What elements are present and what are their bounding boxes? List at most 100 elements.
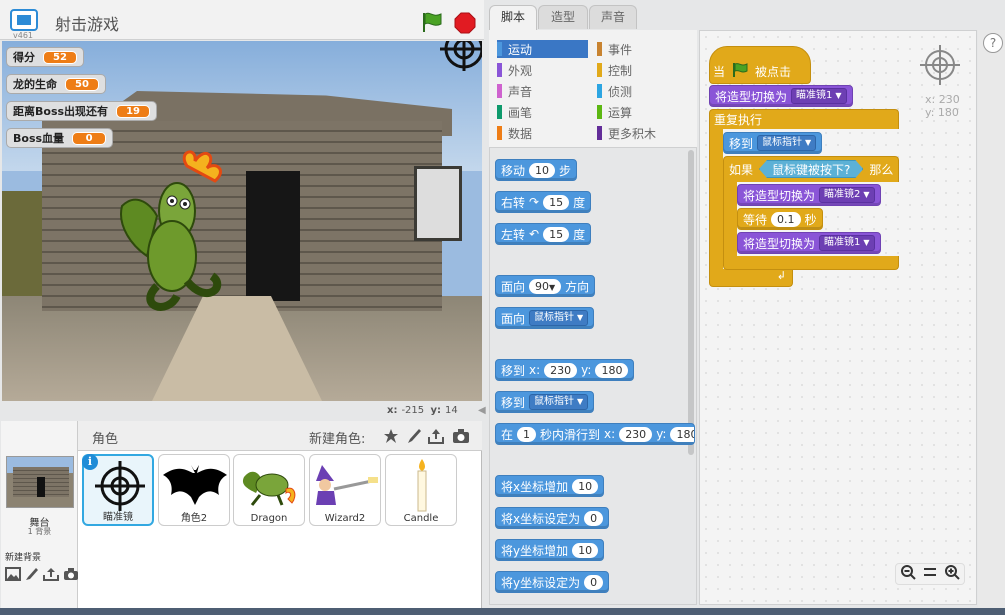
- target-dropdown[interactable]: 鼠标指针 ▼: [529, 310, 589, 326]
- direction-value: 90: [535, 279, 550, 293]
- category-pen[interactable]: 画笔: [497, 103, 588, 121]
- dragon-sprite[interactable]: [117, 146, 242, 321]
- block-switch-costume[interactable]: 将造型切换为 瞄准镜2 ▼: [737, 184, 881, 206]
- category-swatch: [497, 42, 502, 56]
- category-sensing[interactable]: 侦测: [597, 82, 688, 100]
- stop-icon[interactable]: [454, 12, 476, 34]
- category-label: 数据: [508, 126, 533, 141]
- sprite-tile-crosshair[interactable]: i 瞄准镜: [82, 454, 154, 526]
- block-text: 等待: [743, 212, 768, 227]
- watcher-score[interactable]: 得分 52: [6, 47, 84, 67]
- watcher-boss-hp[interactable]: Boss血量 0: [6, 128, 114, 148]
- block-move-steps[interactable]: 移动 10 步: [495, 159, 578, 181]
- backdrop-camera-icon[interactable]: [63, 567, 79, 584]
- sprite-tile-candle[interactable]: Candle: [385, 454, 457, 526]
- choose-sprite-from-library-icon[interactable]: [382, 427, 400, 445]
- stage-thumbnail[interactable]: [6, 456, 74, 508]
- block-point-towards[interactable]: 面向 鼠标指针 ▼: [495, 307, 595, 329]
- paint-backdrop-icon[interactable]: [25, 567, 39, 584]
- category-label: 更多积木: [608, 126, 657, 141]
- tab-sounds[interactable]: 声音: [589, 5, 637, 29]
- zoom-in-icon[interactable]: [944, 564, 961, 584]
- right-edge-panel: [978, 30, 1005, 610]
- mouse-down-condition[interactable]: 鼠标键被按下?: [759, 160, 863, 178]
- block-change-y[interactable]: 将y坐标增加 10: [495, 539, 605, 561]
- category-sound[interactable]: 声音: [497, 82, 588, 100]
- dropdown-value: 鼠标指针: [762, 137, 803, 148]
- help-button[interactable]: ?: [983, 33, 1003, 53]
- category-motion[interactable]: 运动: [497, 40, 588, 58]
- block-switch-costume[interactable]: 将造型切换为 瞄准镜1 ▼: [709, 85, 853, 107]
- secs-input[interactable]: 1: [517, 426, 537, 442]
- sprite-tile-wizard[interactable]: Wizard2: [309, 454, 381, 526]
- value-input[interactable]: 10: [572, 542, 599, 558]
- block-glide[interactable]: 在1秒内滑行到x:230y:180: [495, 423, 695, 445]
- collapse-arrow-icon[interactable]: ◀: [478, 405, 488, 419]
- x-input[interactable]: 230: [544, 362, 578, 378]
- block-turn-left[interactable]: 左转 ↶ 15 度: [495, 223, 592, 245]
- watcher-label: Boss血量: [13, 132, 65, 145]
- project-title[interactable]: 射击游戏: [55, 11, 119, 35]
- block-switch-costume[interactable]: 将造型切换为 瞄准镜1 ▼: [737, 232, 881, 254]
- direction-input[interactable]: 90▼: [529, 278, 562, 294]
- category-looks[interactable]: 外观: [497, 61, 588, 79]
- costume-dropdown[interactable]: 瞄准镜2 ▼: [819, 187, 875, 203]
- degrees-input[interactable]: 15: [543, 194, 570, 210]
- value-input[interactable]: 0: [584, 510, 604, 526]
- block-text: 将造型切换为: [715, 89, 788, 104]
- block-point-direction[interactable]: 面向 90▼ 方向: [495, 275, 596, 297]
- block-text: 移到: [501, 395, 526, 410]
- block-set-y[interactable]: 将y坐标设定为 0: [495, 571, 610, 593]
- category-events[interactable]: 事件: [597, 40, 688, 58]
- block-set-x[interactable]: 将x坐标设定为 0: [495, 507, 610, 529]
- costume-dropdown[interactable]: 瞄准镜1 ▼: [819, 235, 875, 251]
- loop-arrow-icon: ↲: [776, 269, 786, 282]
- block-goto-xy[interactable]: 移到 x: 230 y: 180: [495, 359, 635, 381]
- block-wait[interactable]: 等待 0.1 秒: [737, 208, 823, 230]
- watcher-boss-countdown[interactable]: 距离Boss出现还有 19: [6, 101, 158, 121]
- category-more-blocks[interactable]: 更多积木: [597, 124, 688, 142]
- category-operators[interactable]: 运算: [597, 103, 688, 121]
- category-label: 声音: [508, 84, 533, 99]
- category-label: 外观: [508, 63, 533, 78]
- block-goto[interactable]: 移到 鼠标指针 ▼: [495, 391, 595, 413]
- y-input[interactable]: 180: [595, 362, 629, 378]
- costume-dropdown[interactable]: 瞄准镜1 ▼: [791, 88, 847, 104]
- paint-new-sprite-icon[interactable]: [405, 427, 423, 445]
- palette-scrollbar[interactable]: [688, 150, 694, 455]
- zoom-out-icon[interactable]: [900, 564, 916, 584]
- block-text: 那么: [869, 162, 894, 177]
- sprite-tile-bat[interactable]: 角色2: [158, 454, 230, 526]
- crosshair-sprite[interactable]: [430, 41, 482, 77]
- degrees-input[interactable]: 15: [543, 226, 570, 242]
- tab-scripts[interactable]: 脚本: [489, 5, 537, 30]
- tab-costumes[interactable]: 造型: [538, 5, 588, 29]
- green-flag-icon[interactable]: [420, 10, 444, 34]
- fullscreen-icon[interactable]: [10, 9, 38, 33]
- target-dropdown[interactable]: 鼠标指针 ▼: [757, 135, 817, 151]
- y-input[interactable]: 180: [670, 426, 694, 442]
- sprite-tile-dragon[interactable]: Dragon: [233, 454, 305, 526]
- block-text: 将造型切换为: [743, 236, 816, 251]
- block-change-x[interactable]: 将x坐标增加 10: [495, 475, 605, 497]
- camera-icon[interactable]: [452, 428, 470, 446]
- block-text: 度: [573, 227, 586, 242]
- x-input[interactable]: 230: [619, 426, 653, 442]
- block-turn-right[interactable]: 右转 ↷ 15 度: [495, 191, 592, 213]
- target-dropdown[interactable]: 鼠标指针 ▼: [529, 394, 589, 410]
- block-goto-mouse[interactable]: 移到 鼠标指针 ▼: [723, 132, 823, 154]
- upload-sprite-icon[interactable]: [427, 427, 445, 445]
- secs-input[interactable]: 0.1: [771, 211, 801, 227]
- value-input[interactable]: 10: [572, 478, 599, 494]
- zoom-reset-icon[interactable]: [923, 566, 937, 582]
- backdrop-library-icon[interactable]: [5, 567, 21, 584]
- watcher-label: 龙的生命: [13, 78, 57, 91]
- block-text: 右转: [501, 195, 526, 210]
- category-control[interactable]: 控制: [597, 61, 688, 79]
- value-input[interactable]: 0: [584, 574, 604, 590]
- watcher-dragon-life[interactable]: 龙的生命 50: [6, 74, 106, 94]
- upload-backdrop-icon[interactable]: [43, 567, 59, 584]
- steps-input[interactable]: 10: [529, 162, 556, 178]
- stage-canvas[interactable]: 得分 52 龙的生命 50 距离Boss出现还有 19 Boss血量 0: [2, 41, 482, 401]
- category-data[interactable]: 数据: [497, 124, 588, 142]
